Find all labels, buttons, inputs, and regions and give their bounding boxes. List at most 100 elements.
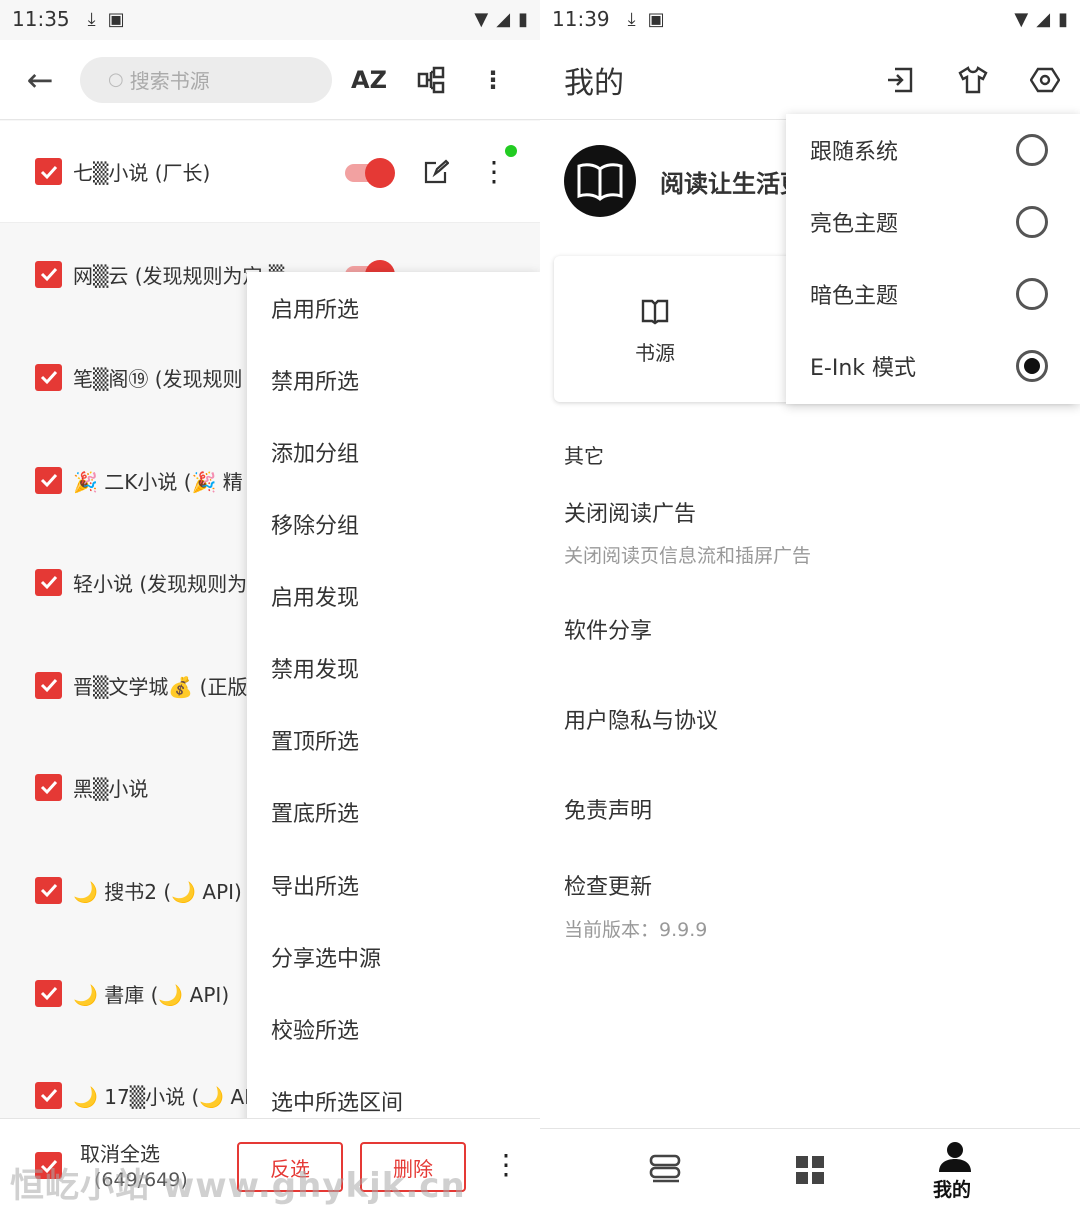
source-checkbox[interactable] — [35, 979, 62, 1007]
pref-check-update[interactable]: 检查更新 — [564, 869, 652, 901]
radio-button[interactable] — [1016, 134, 1048, 166]
sort-button[interactable]: AZ — [338, 40, 400, 120]
search-input[interactable]: ○ 搜索书源 — [80, 56, 332, 103]
pref-close-ads[interactable]: 关闭阅读广告 — [564, 496, 696, 528]
check-icon — [40, 986, 57, 1001]
watermark: 恒屹小站 www.ghykjk.cn — [10, 1166, 466, 1206]
source-checkbox[interactable] — [35, 568, 62, 596]
pref-version: 当前版本：9.9.9 — [564, 919, 708, 941]
radio-button-selected[interactable] — [1016, 350, 1048, 382]
theme-dark[interactable]: 暗色主题 — [786, 258, 1080, 330]
check-icon — [40, 473, 57, 488]
wifi-icon: ▼ — [1014, 8, 1029, 30]
theme-follow-system[interactable]: 跟随系统 — [786, 114, 1080, 186]
source-name: 笔▒阁⑲ (发现规则 — [73, 366, 243, 391]
check-icon — [40, 370, 57, 385]
menu-item-disable-selected[interactable]: 禁用所选 — [247, 344, 540, 416]
theme-option-label: 跟随系统 — [810, 140, 899, 165]
menu-item-enable-explore[interactable]: 启用发现 — [247, 560, 540, 632]
pref-share[interactable]: 软件分享 — [564, 613, 652, 645]
source-checkbox[interactable] — [35, 158, 62, 185]
check-icon — [40, 165, 57, 179]
status-bar: 11:39 ⤓ ▣ ▼ ◢ ▮ — [540, 0, 1080, 38]
selection-more-button[interactable]: ⋮ — [492, 1148, 520, 1181]
check-icon — [40, 678, 57, 693]
notification-icon: ▣ — [647, 8, 665, 30]
my-screen: 11:39 ⤓ ▣ ▼ ◢ ▮ 我的 阅读让生活更 书源 跟随系统 亮色主题 暗… — [540, 0, 1080, 1210]
source-checkbox[interactable] — [35, 773, 62, 801]
source-enable-switch[interactable] — [345, 157, 395, 188]
page-title: 我的 — [564, 65, 624, 101]
group-button[interactable] — [400, 40, 462, 120]
battery-icon: ▮ — [1058, 8, 1068, 30]
pref-privacy[interactable]: 用户隐私与协议 — [564, 703, 718, 735]
explore-nav-icon[interactable] — [790, 1150, 830, 1190]
menu-item-disable-explore[interactable]: 禁用发现 — [247, 632, 540, 704]
source-checkbox[interactable] — [35, 671, 62, 699]
notification-icon: ▣ — [107, 8, 125, 30]
menu-item-check[interactable]: 校验所选 — [247, 993, 540, 1065]
source-checkbox[interactable] — [35, 1081, 62, 1109]
source-checkbox[interactable] — [35, 876, 62, 904]
pref-disclaimer[interactable]: 免责声明 — [564, 793, 652, 825]
import-button[interactable] — [880, 60, 920, 100]
batch-action-menu: 启用所选 禁用所选 添加分组 移除分组 启用发现 禁用发现 置顶所选 置底所选 … — [247, 272, 540, 1138]
shirt-icon — [958, 66, 988, 94]
bookshelf-nav-icon[interactable] — [645, 1150, 685, 1190]
source-name: 🎉 二K小说 (🎉 精 — [73, 469, 243, 494]
source-checkbox[interactable] — [35, 363, 62, 391]
source-row[interactable]: 七▒小说 (厂长) ⋮ — [0, 121, 540, 223]
download-icon: ⤓ — [627, 8, 636, 30]
theme-eink[interactable]: E-Ink 模式 — [786, 330, 1080, 402]
menu-item-export[interactable]: 导出所选 — [247, 849, 540, 921]
pref-close-ads-summary: 关闭阅读页信息流和插屏广告 — [564, 545, 812, 567]
check-icon — [40, 1088, 57, 1103]
source-name: 🌙 搜书2 (🌙 API) — [73, 879, 242, 904]
theme-button[interactable] — [953, 60, 993, 100]
signal-icon: ◢ — [496, 8, 511, 30]
battery-icon: ▮ — [518, 8, 528, 30]
source-name: 🌙 書庫 (🌙 API) — [73, 982, 230, 1007]
theme-menu: 跟随系统 亮色主题 暗色主题 E-Ink 模式 — [786, 114, 1080, 404]
back-button[interactable]: ← — [0, 40, 80, 120]
more-vert-icon: ⋮ — [481, 65, 505, 94]
check-icon — [40, 267, 57, 282]
radio-button[interactable] — [1016, 278, 1048, 310]
book-source-entry[interactable]: 书源 — [635, 337, 675, 366]
toolbar: ← ○ 搜索书源 AZ ⋮ — [0, 40, 540, 120]
check-icon — [40, 575, 57, 590]
status-bar: 11:35 ⤓ ▣ ▼ ◢ ▮ — [0, 0, 540, 38]
source-more-button[interactable]: ⋮ — [480, 157, 508, 186]
edit-icon[interactable] — [423, 158, 449, 185]
settings-button[interactable] — [1025, 60, 1065, 100]
theme-light[interactable]: 亮色主题 — [786, 186, 1080, 258]
menu-item-move-top[interactable]: 置顶所选 — [247, 704, 540, 776]
sort-az-icon: AZ — [351, 65, 387, 94]
menu-item-remove-group[interactable]: 移除分组 — [247, 488, 540, 560]
login-icon — [888, 67, 913, 93]
source-name: 晋▒文学城💰 (正版 — [73, 674, 248, 699]
settings-icon — [1030, 67, 1060, 93]
section-title-other: 其它 — [564, 444, 604, 468]
nav-mine-label[interactable]: 我的 — [933, 1175, 971, 1202]
status-time: 11:39 — [552, 7, 610, 31]
download-icon: ⤓ — [87, 8, 96, 30]
source-checkbox[interactable] — [35, 466, 62, 494]
source-checkbox[interactable] — [35, 260, 62, 288]
menu-item-move-bottom[interactable]: 置底所选 — [247, 776, 540, 848]
menu-item-enable-selected[interactable]: 启用所选 — [247, 272, 540, 344]
radio-button[interactable] — [1016, 206, 1048, 238]
search-placeholder: 搜索书源 — [129, 69, 210, 93]
source-name: 黑▒小说 — [73, 776, 149, 801]
theme-option-label: E-Ink 模式 — [810, 356, 917, 381]
check-icon — [40, 780, 57, 795]
status-time: 11:35 — [12, 7, 70, 31]
overflow-menu-button[interactable]: ⋮ — [462, 40, 524, 120]
open-book-icon — [577, 163, 623, 201]
source-name: 轻小说 (发现规则为 — [73, 571, 248, 596]
source-name: 🌙 17▒小说 (🌙 AP — [73, 1084, 257, 1109]
menu-item-add-group[interactable]: 添加分组 — [247, 416, 540, 488]
person-nav-icon[interactable] — [935, 1138, 975, 1178]
signal-icon: ◢ — [1036, 8, 1051, 30]
menu-item-share[interactable]: 分享选中源 — [247, 921, 540, 993]
